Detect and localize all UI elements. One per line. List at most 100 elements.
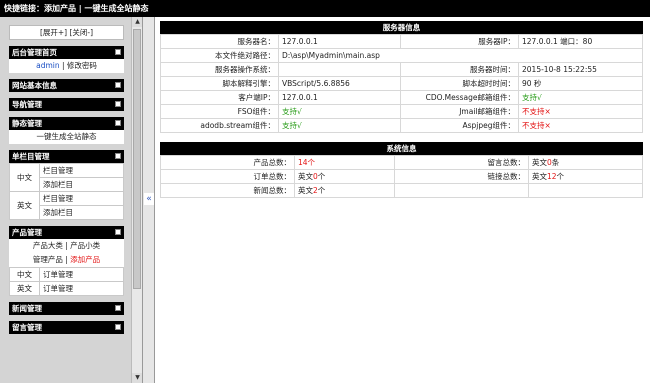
- add-product-link[interactable]: 添加产品: [70, 255, 100, 264]
- section-nav: 导航管理: [9, 98, 124, 111]
- table-row: 产品总数： 14个 留言总数： 英文0条: [160, 155, 643, 170]
- section-title: 导航管理: [12, 100, 42, 109]
- collapse-icon[interactable]: [115, 324, 121, 330]
- collapse-sidebar-icon[interactable]: «: [144, 193, 154, 205]
- collapse-icon[interactable]: [115, 305, 121, 311]
- column-add-cn[interactable]: 添加栏目: [39, 177, 124, 192]
- status-unsupported: 不支持×: [518, 118, 643, 133]
- section-admin-home: 后台管理首页 admin | 修改密码: [9, 46, 124, 73]
- product-category-link[interactable]: 产品大类: [33, 241, 63, 250]
- quick-link-add-product[interactable]: 添加产品: [44, 4, 76, 13]
- section-header-static[interactable]: 静态管理: [9, 117, 124, 130]
- lang-chinese: 中文: [9, 163, 40, 192]
- collapse-icon[interactable]: [115, 120, 121, 126]
- change-password-link[interactable]: 修改密码: [67, 61, 97, 70]
- server-info-title: 服务器信息: [160, 21, 643, 34]
- lang-chinese: 中文: [9, 267, 40, 282]
- section-product: 产品管理 产品大类 | 产品小类 管理产品 | 添加产品 中文 订单管理 英文 订单…: [9, 226, 124, 296]
- section-title: 后台管理首页: [12, 48, 57, 57]
- admin-user-link[interactable]: admin: [36, 61, 60, 70]
- status-supported: 支持√: [278, 118, 401, 133]
- section-header-single-column[interactable]: 单栏目管理: [9, 150, 124, 163]
- scroll-up-arrow-icon[interactable]: ▲: [132, 17, 142, 27]
- system-info-panel: 系统信息 产品总数： 14个 留言总数： 英文0条 订单总数： 英文0个 链接总…: [160, 142, 643, 198]
- section-header-product[interactable]: 产品管理: [9, 226, 124, 239]
- system-info-title: 系统信息: [160, 142, 643, 155]
- scroll-thumb[interactable]: [133, 29, 141, 289]
- label: 服务器名：: [160, 34, 279, 49]
- table-row: 新闻总数： 英文2个: [160, 183, 643, 198]
- label: 服务器时间：: [400, 62, 519, 77]
- table-row: adodb.stream组件： 支持√ Aspjpeg组件： 不支持×: [160, 118, 643, 133]
- section-header-admin-home[interactable]: 后台管理首页: [9, 46, 124, 59]
- expand-collapse-all[interactable]: [展开+] [关闭-]: [9, 25, 124, 40]
- label: Aspjpeg组件：: [400, 118, 519, 133]
- column-manage-cn[interactable]: 栏目管理: [39, 163, 124, 178]
- value: 2015-10-8 15:22:55: [518, 62, 643, 77]
- main-content: 服务器信息 服务器名： 127.0.0.1 服务器IP： 127.0.0.1 端…: [160, 21, 643, 198]
- table-row: 服务器名： 127.0.0.1 服务器IP： 127.0.0.1 端口：80: [160, 34, 643, 49]
- collapse-icon[interactable]: [115, 229, 121, 235]
- collapse-icon[interactable]: [115, 82, 121, 88]
- scroll-down-arrow-icon[interactable]: ▼: [132, 373, 142, 383]
- label: 脚本超时时间：: [400, 76, 519, 91]
- system-info-table: 产品总数： 14个 留言总数： 英文0条 订单总数： 英文0个 链接总数： 英文…: [160, 155, 643, 198]
- lang-english: 英文: [9, 281, 40, 296]
- single-column-table: 中文 栏目管理 添加栏目 英文 栏目管理 添加栏目: [9, 163, 124, 220]
- orders-table: 中文 订单管理 英文 订单管理: [9, 267, 124, 296]
- column-add-en[interactable]: 添加栏目: [39, 205, 124, 220]
- label: 客户端IP：: [160, 90, 279, 105]
- value: 90 秒: [518, 76, 643, 91]
- label: FSO组件：: [160, 104, 279, 119]
- sidebar: [展开+] [关闭-] 后台管理首页 admin | 修改密码 网站基本信息 导…: [0, 17, 142, 383]
- lang-english: 英文: [9, 191, 40, 220]
- table-row: 客户端IP： 127.0.0.1 CDO.Message邮箱组件： 支持√: [160, 90, 643, 105]
- message-count: 英文0条: [528, 155, 643, 170]
- section-static: 静态管理 一键生成全站静态: [9, 117, 124, 144]
- section-title: 网站基本信息: [12, 81, 57, 90]
- label: 链接总数：: [394, 169, 529, 184]
- section-title: 新闻管理: [12, 304, 42, 313]
- generate-static-link[interactable]: 一键生成全站静态: [9, 130, 124, 144]
- label: 脚本解释引擎：: [160, 76, 279, 91]
- order-manage-cn[interactable]: 订单管理: [39, 267, 124, 282]
- collapse-icon[interactable]: [115, 49, 121, 55]
- quick-link-generate-static[interactable]: 一键生成全站静态: [85, 4, 149, 13]
- status-unsupported: 不支持×: [518, 104, 643, 119]
- separator: |: [59, 61, 67, 70]
- table-row: 订单总数： 英文0个 链接总数： 英文12个: [160, 169, 643, 184]
- label: 服务器IP：: [400, 34, 519, 49]
- label: 产品总数：: [160, 155, 295, 170]
- manage-products-link[interactable]: 管理产品: [33, 255, 63, 264]
- frame-divider: «: [142, 17, 155, 383]
- product-subcategory-link[interactable]: 产品小类: [70, 241, 100, 250]
- server-info-table: 服务器名： 127.0.0.1 服务器IP： 127.0.0.1 端口：80 本…: [160, 34, 643, 133]
- table-row: 脚本解释引擎： VBScript/5.6.8856 脚本超时时间： 90 秒: [160, 76, 643, 91]
- order-count: 英文0个: [294, 169, 395, 184]
- section-news: 新闻管理: [9, 302, 124, 315]
- section-header-nav[interactable]: 导航管理: [9, 98, 124, 111]
- section-title: 静态管理: [12, 119, 42, 128]
- status-supported: 支持√: [518, 90, 643, 105]
- section-site-info: 网站基本信息: [9, 79, 124, 92]
- empty-cell: [394, 183, 529, 198]
- label: 服务器操作系统：: [160, 62, 279, 77]
- value: D:\asp\Myadmin\main.asp: [278, 48, 643, 63]
- order-manage-en[interactable]: 订单管理: [39, 281, 124, 296]
- collapse-icon[interactable]: [115, 153, 121, 159]
- label: adodb.stream组件：: [160, 118, 279, 133]
- section-header-messages[interactable]: 留言管理: [9, 321, 124, 334]
- label: 本文件绝对路径：: [160, 48, 279, 63]
- table-row: 服务器操作系统： 服务器时间： 2015-10-8 15:22:55: [160, 62, 643, 77]
- section-header-site-info[interactable]: 网站基本信息: [9, 79, 124, 92]
- label: Jmail邮箱组件：: [400, 104, 519, 119]
- column-manage-en[interactable]: 栏目管理: [39, 191, 124, 206]
- sidebar-scrollbar[interactable]: ▲ ▼: [131, 17, 142, 383]
- server-info-panel: 服务器信息 服务器名： 127.0.0.1 服务器IP： 127.0.0.1 端…: [160, 21, 643, 133]
- news-count: 英文2个: [294, 183, 395, 198]
- section-title: 单栏目管理: [12, 152, 50, 161]
- status-supported: 支持√: [278, 104, 401, 119]
- label: 新闻总数：: [160, 183, 295, 198]
- section-header-news[interactable]: 新闻管理: [9, 302, 124, 315]
- collapse-icon[interactable]: [115, 101, 121, 107]
